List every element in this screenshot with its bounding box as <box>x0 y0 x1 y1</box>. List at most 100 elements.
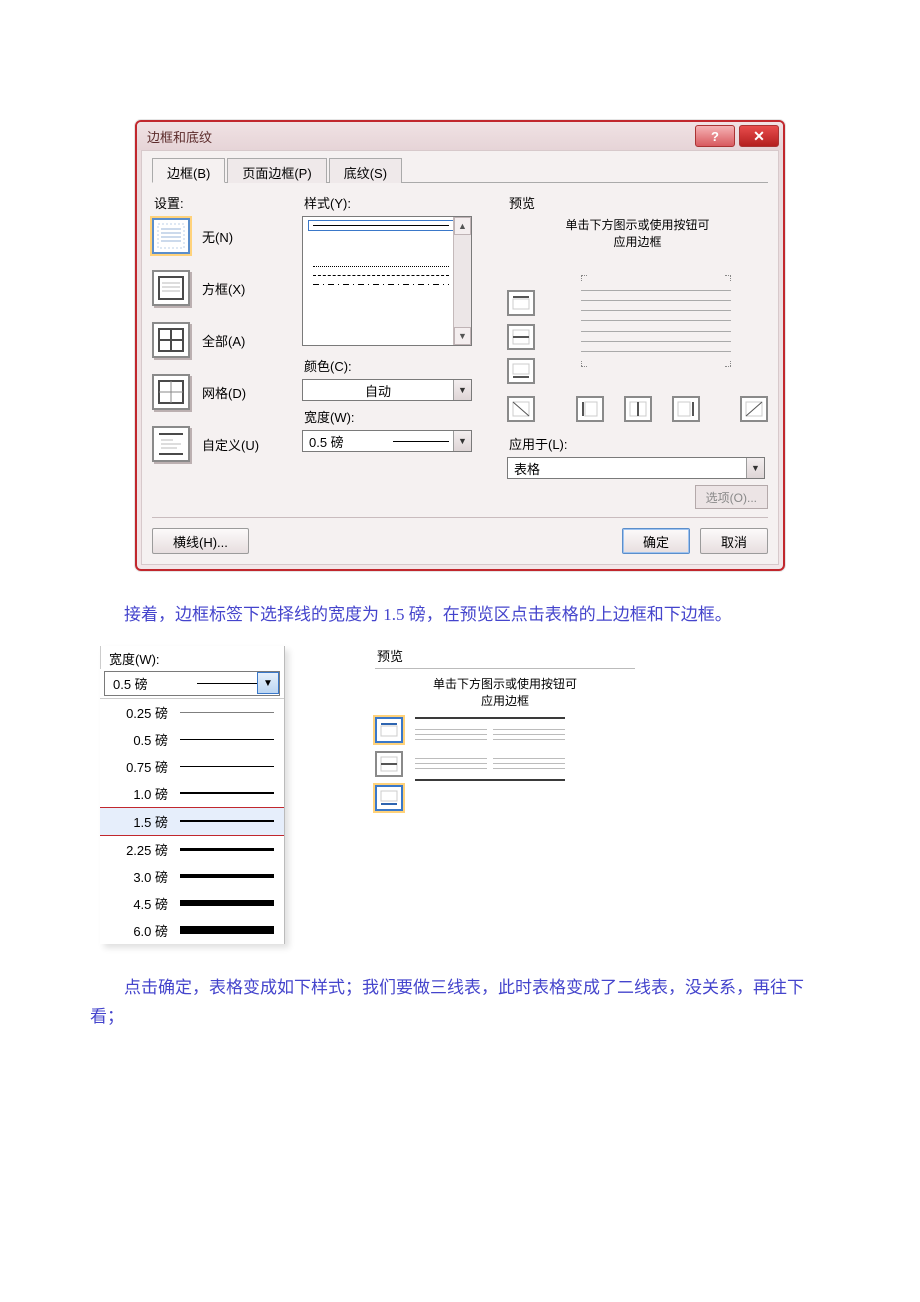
setting-custom-row: 自定义(U) <box>152 426 302 462</box>
style-listbox[interactable]: ▲ ▼ <box>302 216 472 346</box>
width-label: 宽度(W): <box>304 407 487 426</box>
preview-canvas[interactable] <box>543 258 768 384</box>
setting-box-row: 方框(X) <box>152 270 302 306</box>
preview2-hint-line2: 应用边框 <box>481 694 529 708</box>
width-value: 0.5 磅 <box>303 432 393 451</box>
preview-hint-line2: 应用边框 <box>613 235 661 249</box>
help-button[interactable]: ? <box>695 125 735 147</box>
width-option-15[interactable]: 1.5 磅 <box>100 807 284 836</box>
border-diag-up-button[interactable] <box>740 396 768 422</box>
chevron-down-icon[interactable]: ▼ <box>453 380 471 400</box>
options-button[interactable]: 选项(O)... <box>695 485 768 509</box>
preview-panel-2: 预览 单击下方图示或使用按钮可 应用边框 <box>375 646 635 811</box>
ok-button[interactable]: 确定 <box>622 528 690 554</box>
width-option-025[interactable]: 0.25 磅 <box>100 699 284 726</box>
tab-page-borders[interactable]: 页面边框(P) <box>227 158 326 183</box>
width-dd-current-sample <box>197 683 257 684</box>
border-top-button[interactable] <box>375 717 403 743</box>
width-option-10[interactable]: 1.0 磅 <box>100 780 284 807</box>
scroll-down-icon[interactable]: ▼ <box>454 327 471 345</box>
preview-column: 预览 单击下方图示或使用按钮可 应用边框 <box>507 191 768 509</box>
preview2-label: 预览 <box>375 646 635 669</box>
width-option-30[interactable]: 3.0 磅 <box>100 863 284 890</box>
width-option-60[interactable]: 6.0 磅 <box>100 917 284 944</box>
preview-side-buttons <box>507 290 543 384</box>
border-hmid-button[interactable] <box>507 324 535 350</box>
border-right-button[interactable] <box>672 396 700 422</box>
style-option-dashed[interactable] <box>313 275 449 276</box>
paragraph-2: 点击确定，表格变成如下样式；我们要做三线表，此时表格变成了二线表，没关系，再往下… <box>90 974 830 1032</box>
width-dd-list: 0.25 磅 0.5 磅 0.75 磅 1.0 磅 1.5 磅 2.25 磅 3… <box>100 698 284 944</box>
apply-to-value: 表格 <box>508 459 746 478</box>
dialog-title: 边框和底纹 <box>147 127 695 146</box>
border-hmid-button[interactable] <box>375 751 403 777</box>
setting-grid-icon[interactable] <box>152 374 190 410</box>
color-label: 颜色(C): <box>304 356 487 375</box>
apply-to-label: 应用于(L): <box>509 434 768 453</box>
style-column: 样式(Y): ▲ ▼ 颜色(C): <box>302 191 487 509</box>
width-dropdown[interactable]: 0.5 磅 ▼ <box>302 430 472 452</box>
border-bottom-button[interactable] <box>507 358 535 384</box>
border-diag-down-button[interactable] <box>507 396 535 422</box>
preview-bottom-buttons <box>507 396 768 422</box>
settings-label: 设置: <box>154 193 302 212</box>
dialog-footer: 横线(H)... 确定 取消 <box>152 517 768 554</box>
preview-label: 预览 <box>509 193 768 212</box>
color-dropdown[interactable]: 自动 ▼ <box>302 379 472 401</box>
tab-strip: 边框(B) 页面边框(P) 底纹(S) <box>152 157 768 183</box>
cancel-button[interactable]: 取消 <box>700 528 768 554</box>
setting-grid-label: 网格(D) <box>202 383 246 402</box>
tab-shading[interactable]: 底纹(S) <box>329 158 402 183</box>
setting-custom-icon[interactable] <box>152 426 190 462</box>
setting-none-row: 无(N) <box>152 218 302 254</box>
scroll-track[interactable] <box>454 235 471 327</box>
preview-hint-line1: 单击下方图示或使用按钮可 <box>565 218 709 232</box>
chevron-down-icon[interactable]: ▼ <box>453 431 471 451</box>
chevron-down-icon[interactable]: ▼ <box>257 672 279 694</box>
figure-width-and-preview: 宽度(W): 0.5 磅 ▼ 0.25 磅 0.5 磅 0.75 磅 1.0 磅… <box>100 646 820 944</box>
setting-box-label: 方框(X) <box>202 279 245 298</box>
border-left-button[interactable] <box>576 396 604 422</box>
paragraph-1: 接着，边框标签下选择线的宽度为 1.5 磅，在预览区点击表格的上边框和下边框。 <box>90 601 830 630</box>
border-top-button[interactable] <box>507 290 535 316</box>
style-option-solid[interactable] <box>313 225 449 226</box>
color-value: 自动 <box>303 381 453 400</box>
close-button[interactable]: ✕ <box>739 125 779 147</box>
width-dropdown-expanded: 宽度(W): 0.5 磅 ▼ 0.25 磅 0.5 磅 0.75 磅 1.0 磅… <box>100 646 285 944</box>
setting-box-icon[interactable] <box>152 270 190 306</box>
width-option-05[interactable]: 0.5 磅 <box>100 726 284 753</box>
style-label: 样式(Y): <box>304 193 487 212</box>
setting-all-label: 全部(A) <box>202 331 245 350</box>
dialog-titlebar[interactable]: 边框和底纹 ? ✕ <box>137 122 783 150</box>
setting-none-label: 无(N) <box>202 227 233 246</box>
border-bottom-button[interactable] <box>375 785 403 811</box>
border-vmid-button[interactable] <box>624 396 652 422</box>
setting-all-icon[interactable] <box>152 322 190 358</box>
preview2-hint: 单击下方图示或使用按钮可 应用边框 <box>375 675 635 709</box>
preview2-table[interactable] <box>415 717 565 781</box>
width-sample-line <box>393 441 449 442</box>
width-option-075[interactable]: 0.75 磅 <box>100 753 284 780</box>
width-option-225[interactable]: 2.25 磅 <box>100 836 284 863</box>
scroll-up-icon[interactable]: ▲ <box>454 217 471 235</box>
preview-hint: 单击下方图示或使用按钮可 应用边框 <box>507 216 768 250</box>
style-option-dashdot[interactable] <box>313 284 449 285</box>
setting-none-icon[interactable] <box>152 218 190 254</box>
width-dd-current-value: 0.5 磅 <box>105 672 197 695</box>
width-dd-current[interactable]: 0.5 磅 ▼ <box>104 671 280 696</box>
setting-all-row: 全部(A) <box>152 322 302 358</box>
settings-column: 设置: 无(N) 方框(X) <box>152 191 302 509</box>
close-icon: ✕ <box>753 128 765 145</box>
style-scrollbar[interactable]: ▲ ▼ <box>453 217 471 345</box>
setting-custom-label: 自定义(U) <box>202 435 259 454</box>
width-option-45[interactable]: 4.5 磅 <box>100 890 284 917</box>
tab-borders[interactable]: 边框(B) <box>152 158 225 183</box>
chevron-down-icon[interactable]: ▼ <box>746 458 764 478</box>
style-option-dotted[interactable] <box>313 266 449 267</box>
apply-to-dropdown[interactable]: 表格 ▼ <box>507 457 765 479</box>
borders-and-shading-dialog: 边框和底纹 ? ✕ 边框(B) 页面边框(P) 底纹(S) 设置: <box>135 120 785 571</box>
question-icon: ? <box>711 129 719 144</box>
setting-grid-row: 网格(D) <box>152 374 302 410</box>
horizontal-line-button[interactable]: 横线(H)... <box>152 528 249 554</box>
width-dd-label: 宽度(W): <box>100 646 284 669</box>
